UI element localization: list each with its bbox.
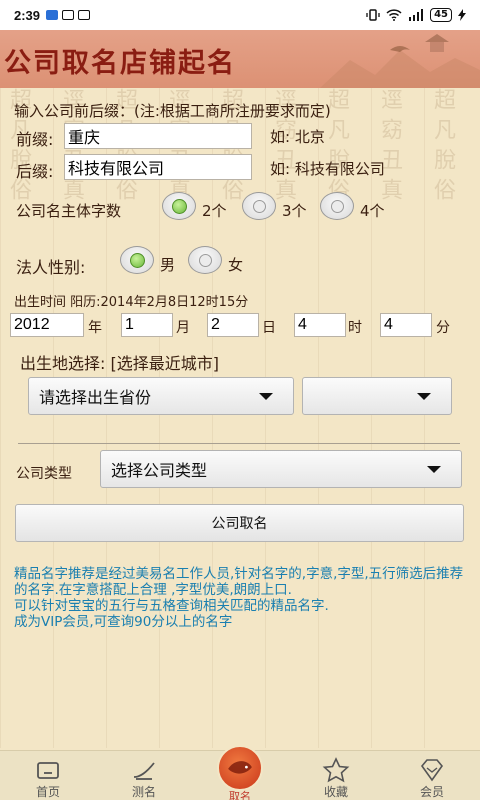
landscape-art — [320, 34, 480, 88]
unit-month: 月 — [176, 320, 190, 336]
radio-empty — [253, 200, 266, 213]
chevron-down-icon — [427, 466, 441, 473]
prefix-input[interactable] — [64, 123, 252, 149]
birth-time-label: 出生时间 阳历:2014年2月8日12时15分 — [14, 295, 249, 310]
nav-label-favorites: 收藏 — [323, 785, 348, 799]
chevron-down-icon — [417, 393, 431, 400]
battery-icon: 45 — [430, 8, 452, 22]
birth-minute-input[interactable] — [380, 313, 432, 337]
radio-selected-dot — [130, 253, 145, 268]
suffix-input[interactable] — [64, 154, 252, 180]
chevron-down-icon — [259, 393, 273, 400]
nav-label-home: 首页 — [35, 785, 60, 799]
info-paragraph: 精品名字推荐是经过美易名工作人员,针对名字的,字意,字型,五行筛选后推荐的名字.… — [14, 566, 464, 598]
prefix-suffix-title: 输入公司前后缀：(注:根据工商所注册要求而定) — [14, 102, 331, 120]
gender-radio-male[interactable] — [120, 246, 154, 274]
bottom-nav: 首页 测名 取名 收藏 会员 — [0, 745, 480, 800]
status-system-icons: 45 — [366, 8, 466, 22]
info-text: 精品名字推荐是经过美易名工作人员,针对名字的,字意,字型,五行筛选后推荐的名字.… — [14, 566, 466, 630]
company-type-select[interactable]: 选择公司类型 — [100, 450, 462, 488]
province-select[interactable]: 请选择出生省份 — [28, 377, 294, 415]
fish-icon — [217, 745, 263, 791]
char-count-radio-4[interactable] — [320, 192, 354, 220]
prefix-label: 前缀: — [16, 130, 54, 149]
signal-icon — [409, 9, 424, 21]
nav-label-member: 会员 — [419, 785, 444, 799]
radio-empty — [331, 200, 344, 213]
dnd-icon — [78, 10, 91, 20]
gender-option-female: 女 — [228, 256, 244, 274]
company-type-label: 公司类型 — [16, 466, 72, 482]
birth-month-input[interactable] — [121, 313, 173, 337]
gender-radio-female[interactable] — [188, 246, 222, 274]
nav-item-naming[interactable]: 取名 — [200, 745, 280, 800]
nav-item-favorites[interactable]: 收藏 — [296, 751, 376, 800]
radio-empty — [199, 254, 212, 267]
char-count-option-2: 2个 — [202, 202, 227, 220]
section-divider — [18, 443, 460, 444]
city-select[interactable] — [302, 377, 452, 415]
charging-icon — [458, 9, 466, 21]
company-type-value: 选择公司类型 — [111, 461, 208, 480]
generate-name-button[interactable]: 公司取名 — [15, 504, 464, 542]
home-icon — [37, 762, 59, 779]
status-bar: 2:39 45 — [0, 0, 480, 30]
gender-label: 法人性别: — [16, 258, 86, 277]
nav-item-test-name[interactable]: 测名 — [104, 751, 184, 800]
suffix-label: 后缀: — [16, 162, 54, 181]
birth-year-input[interactable] — [10, 313, 84, 337]
nav-label-naming: 取名 — [229, 790, 251, 800]
province-select-value: 请选择出生省份 — [39, 388, 152, 407]
gender-option-male: 男 — [160, 256, 176, 274]
naming-form: 输入公司前后缀：(注:根据工商所注册要求而定) 前缀: 如: 北京 后缀: 如:… — [0, 88, 480, 750]
birth-day-input[interactable] — [207, 313, 259, 337]
char-count-label: 公司名主体字数 — [16, 202, 122, 220]
status-time: 2:39 — [14, 7, 41, 23]
nfc-icon — [62, 10, 75, 20]
info-paragraph: 可以针对宝宝的五行与五格查询相关匹配的精品名字. — [14, 598, 329, 614]
nav-item-home[interactable]: 首页 — [8, 751, 88, 800]
unit-minute: 分 — [436, 320, 450, 336]
page-title: 公司取名店铺起名 — [4, 48, 236, 79]
star-icon — [322, 757, 350, 783]
char-count-radio-3[interactable] — [242, 192, 276, 220]
birth-hour-input[interactable] — [294, 313, 346, 337]
unit-hour: 时 — [348, 320, 362, 336]
unit-year: 年 — [88, 320, 102, 336]
birthplace-label: 出生地选择: [选择最近城市] — [20, 354, 219, 373]
char-count-radio-2[interactable] — [162, 192, 196, 220]
nav-label-test-name: 测名 — [131, 785, 156, 799]
info-paragraph: 成为VIP会员,可查询90分以上的名字 — [14, 614, 233, 630]
app-header: 公司取名店铺起名 — [0, 30, 480, 88]
nav-item-member[interactable]: 会员 — [392, 751, 472, 800]
message-icon — [46, 10, 59, 20]
status-notification-icons — [46, 10, 91, 20]
unit-day: 日 — [262, 320, 276, 336]
char-count-option-4: 4个 — [360, 202, 385, 220]
vibrate-icon — [366, 9, 380, 21]
wifi-icon — [386, 9, 402, 21]
diamond-icon — [420, 759, 444, 782]
suffix-example: 如: 科技有限公司 — [270, 160, 385, 178]
brush-icon — [133, 762, 155, 780]
radio-selected-dot — [172, 199, 187, 214]
char-count-option-3: 3个 — [282, 202, 307, 220]
prefix-example: 如: 北京 — [270, 128, 325, 146]
